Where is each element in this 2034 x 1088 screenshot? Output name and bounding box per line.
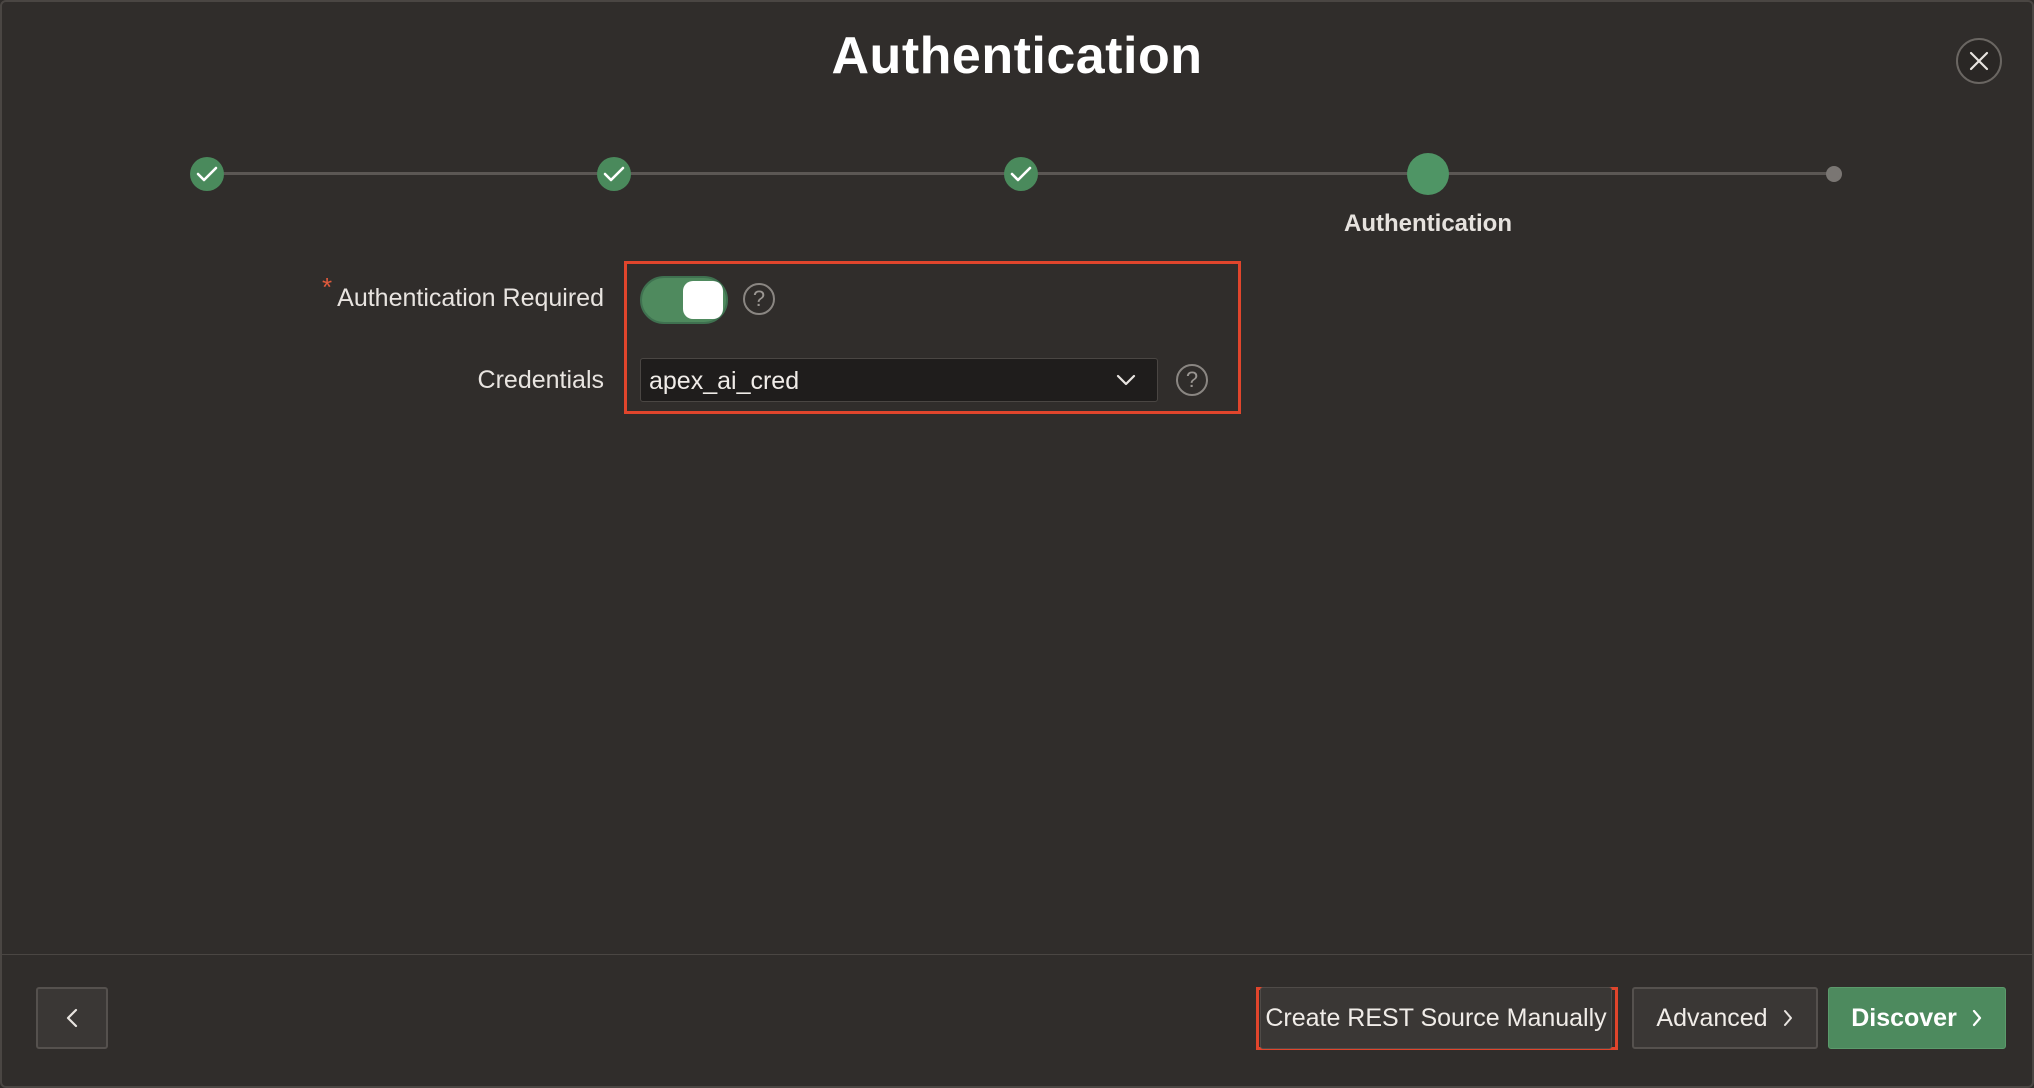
chevron-right-icon <box>1782 1008 1794 1028</box>
create-rest-source-manually-label: Create REST Source Manually <box>1265 1003 1607 1032</box>
chevron-left-icon <box>66 1008 78 1028</box>
step-4-current <box>1407 153 1449 195</box>
step-1-done <box>190 157 224 191</box>
check-icon <box>1010 166 1032 182</box>
required-marker: * <box>322 272 333 302</box>
step-5-future <box>1826 166 1842 182</box>
advanced-label: Advanced <box>1656 1003 1768 1032</box>
back-button[interactable] <box>36 987 108 1049</box>
advanced-button[interactable]: Advanced <box>1632 987 1818 1049</box>
chevron-down-icon <box>1116 374 1136 386</box>
step-2-done <box>597 157 631 191</box>
auth-required-toggle[interactable] <box>640 276 728 324</box>
footer-divider <box>2 954 2032 955</box>
check-icon <box>196 166 218 182</box>
create-rest-source-manually-button[interactable]: Create REST Source Manually <box>1260 987 1612 1049</box>
progress-tracker: Authentication <box>2 2 2034 262</box>
chevron-right-icon <box>1971 1008 1983 1028</box>
credentials-label: Credentials <box>477 366 604 394</box>
current-step-label: Authentication <box>1344 210 1512 237</box>
discover-button[interactable]: Discover <box>1828 987 2006 1049</box>
toggle-knob <box>683 281 723 319</box>
credentials-select[interactable]: apex_ai_cred <box>640 358 1158 402</box>
dialog: Authentication Authentication * Authenti… <box>0 0 2034 1088</box>
check-icon <box>603 166 625 182</box>
discover-label: Discover <box>1851 1003 1957 1032</box>
step-3-done <box>1004 157 1038 191</box>
auth-required-help-icon[interactable]: ? <box>743 283 775 315</box>
credentials-help-icon[interactable]: ? <box>1176 364 1208 396</box>
auth-required-label: Authentication Required <box>337 284 604 312</box>
credentials-value: apex_ai_cred <box>649 367 800 395</box>
